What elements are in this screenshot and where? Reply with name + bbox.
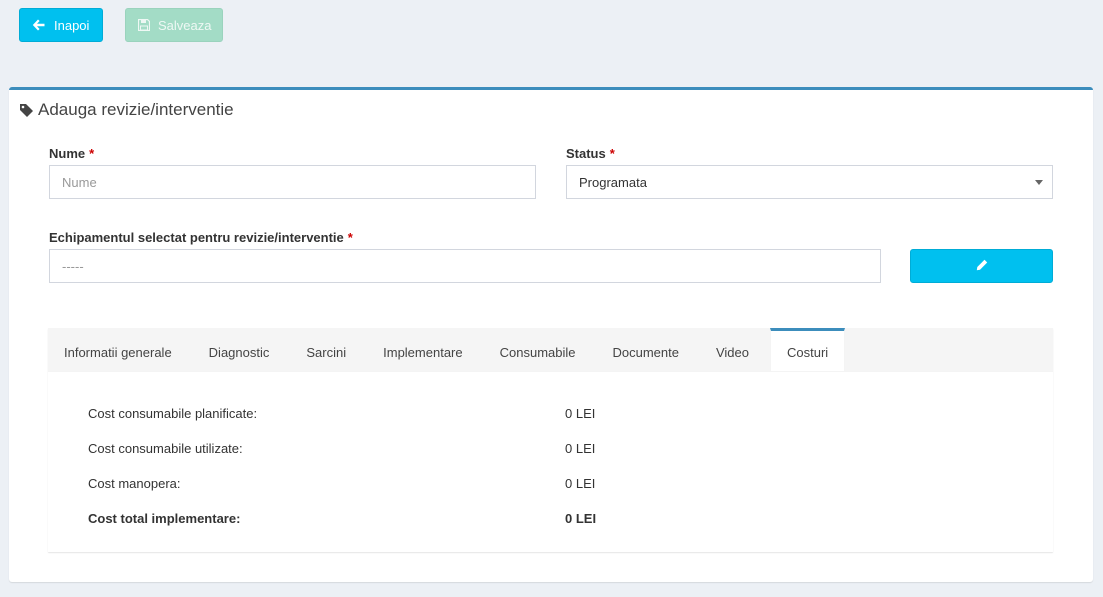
tab-costuri[interactable]: Costuri xyxy=(769,328,846,371)
equipment-label: Echipamentul selectat pentru revizie/int… xyxy=(49,230,353,245)
name-input-placeholder: Nume xyxy=(62,174,97,190)
tabs-panel: Informatii generale Diagnostic Sarcini I… xyxy=(48,328,1053,552)
tab-diagnostic[interactable]: Diagnostic xyxy=(188,328,286,371)
tab-informatii-generale[interactable]: Informatii generale xyxy=(48,328,188,371)
required-mark: * xyxy=(89,146,95,161)
arrow-left-icon xyxy=(32,19,46,31)
cost-value-labor: 0 LEI xyxy=(565,476,596,491)
equipment-field[interactable]: ----- xyxy=(49,249,881,283)
cost-label-used: Cost consumabile utilizate: xyxy=(88,441,243,456)
cost-label-planned: Cost consumabile planificate: xyxy=(88,406,258,421)
back-button-label: Inapoi xyxy=(54,17,90,33)
save-button[interactable]: Salveaza xyxy=(125,8,223,42)
name-label: Nume * xyxy=(49,146,95,161)
chevron-down-icon xyxy=(1035,180,1043,185)
status-select[interactable]: Programata xyxy=(566,165,1053,199)
page-title: Adauga revizie/interventie xyxy=(38,100,234,119)
tab-consumabile[interactable]: Consumabile xyxy=(479,328,592,371)
name-input[interactable]: Nume xyxy=(49,165,536,199)
cost-value-used: 0 LEI xyxy=(565,441,596,456)
tab-sarcini[interactable]: Sarcini xyxy=(285,328,362,371)
floppy-disk-icon xyxy=(138,19,150,31)
edit-equipment-button[interactable] xyxy=(910,249,1053,283)
cost-value-planned: 0 LEI xyxy=(565,406,596,421)
status-select-value: Programata xyxy=(579,174,647,190)
tab-documente[interactable]: Documente xyxy=(591,328,694,371)
tab-implementare[interactable]: Implementare xyxy=(362,328,478,371)
equipment-field-value: ----- xyxy=(62,258,84,274)
toolbar: Inapoi Salveaza xyxy=(19,8,223,42)
required-mark: * xyxy=(609,146,615,161)
box-header: Adauga revizie/interventie xyxy=(19,100,234,120)
form-box: Adauga revizie/interventie Nume * Nume St… xyxy=(9,87,1093,582)
back-button[interactable]: Inapoi xyxy=(19,8,103,42)
pencil-icon xyxy=(976,259,988,274)
cost-label-labor: Cost manopera: xyxy=(88,476,181,491)
save-button-label: Salveaza xyxy=(158,17,212,33)
tag-icon xyxy=(19,103,34,118)
required-mark: * xyxy=(347,230,353,245)
cost-value-total: 0 LEI xyxy=(565,511,597,526)
cost-label-total: Cost total implementare: xyxy=(88,511,241,526)
tab-video[interactable]: Video xyxy=(695,328,765,371)
status-label: Status * xyxy=(566,146,615,161)
tab-bar: Informatii generale Diagnostic Sarcini I… xyxy=(48,328,1053,372)
